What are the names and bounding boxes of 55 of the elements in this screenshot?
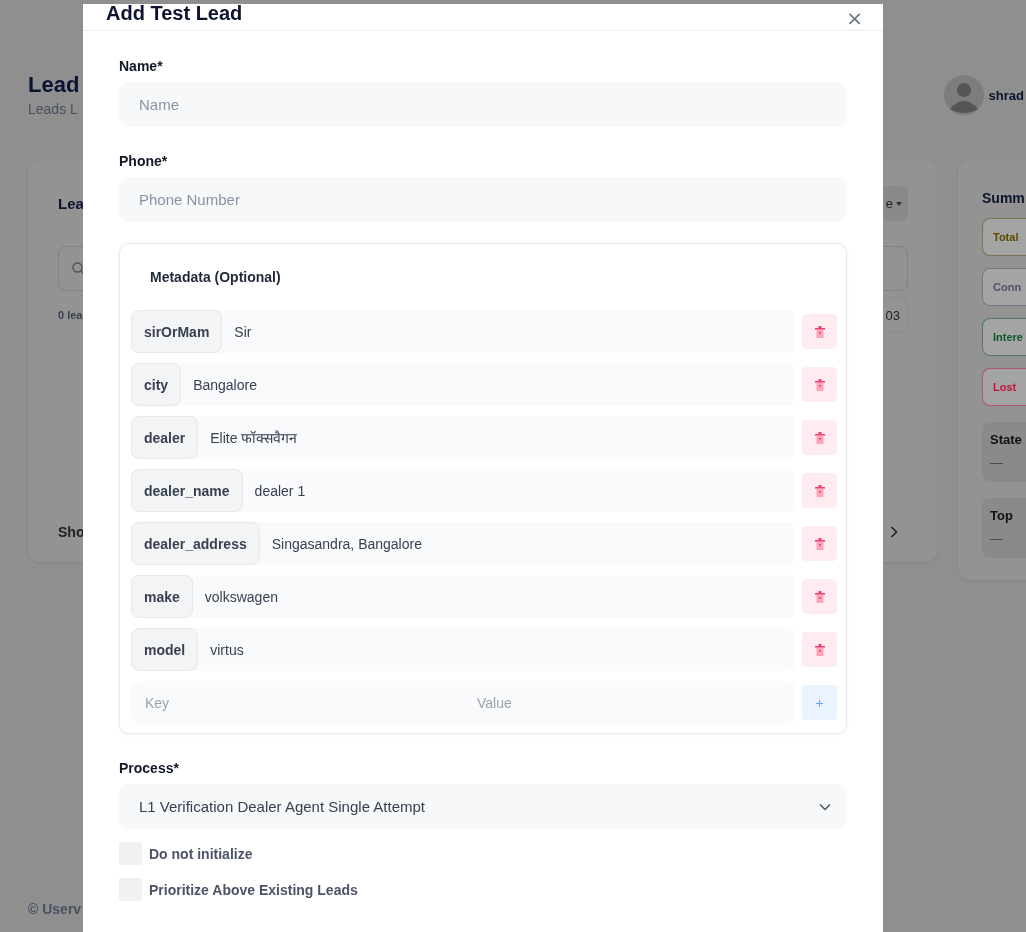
chevron-right-icon[interactable] (890, 526, 898, 538)
lead-count: 0 lea (58, 309, 83, 321)
stat-tile: Lost (982, 368, 1026, 406)
field-label: Name* (119, 57, 164, 76)
metadata-entry[interactable]: dealer_address Singasandra, Bangalore (131, 522, 795, 565)
metadata-entry[interactable]: city Bangalore (131, 363, 795, 406)
field-label: Process* (119, 759, 180, 778)
trash-icon (814, 537, 825, 550)
card-title: Lea (58, 195, 84, 212)
card-title: Summ (982, 190, 1026, 206)
trash-icon (814, 643, 825, 656)
trash-icon (814, 484, 825, 497)
stat-tile: Intere (982, 318, 1026, 356)
delete-button[interactable] (802, 526, 837, 561)
process-select[interactable]: L1 Verification Dealer Agent Single Attempt (119, 784, 847, 829)
close-button[interactable]: × (846, 6, 863, 30)
trash-icon (814, 590, 825, 603)
value-field[interactable]: Value (463, 694, 795, 711)
rows-label: Sho (58, 524, 85, 540)
delete-button[interactable] (802, 632, 837, 667)
page-title: Lead (28, 73, 80, 97)
avatar-icon[interactable] (943, 75, 984, 115)
delete-button[interactable] (802, 420, 837, 455)
section-value: — (990, 455, 1004, 470)
trash-icon (814, 378, 825, 391)
trash-icon (814, 431, 825, 444)
input-field[interactable]: Name (119, 82, 847, 127)
metadata-entry[interactable]: sirOrMam Sir (131, 310, 795, 353)
metadata-entry[interactable]: dealer Elite फॉक्सवैगन (131, 416, 795, 459)
key-field[interactable]: Key (131, 694, 463, 711)
section-title: Top (990, 508, 1014, 523)
search-icon (72, 262, 85, 275)
section-value: — (990, 531, 1004, 546)
delete-button[interactable] (802, 473, 837, 508)
delete-button[interactable] (802, 314, 837, 349)
stat-tile: Total (982, 218, 1026, 256)
panel-title: Metadata (Optional) (149, 268, 282, 287)
chevron-down-icon (819, 802, 831, 811)
metadata-entry[interactable]: make volkswagen (131, 575, 795, 618)
copyright-text: © Userv (27, 901, 83, 919)
metadata-entry[interactable]: model virtus (131, 628, 795, 671)
checkbox-label: Do not initialize (149, 845, 253, 862)
delete-button[interactable] (802, 367, 837, 402)
page-subtitle: Leads L (28, 101, 79, 117)
section-title: State (990, 432, 1023, 447)
checkbox-label: Prioritize Above Existing Leads (149, 881, 358, 898)
dialog-title: Add Test Lead (106, 4, 243, 26)
field-label: Phone* (119, 152, 169, 171)
stat-tile: Conn (982, 268, 1026, 306)
delete-button[interactable] (802, 579, 837, 614)
caret-icon (896, 201, 902, 206)
input-field[interactable]: Phone Number (119, 177, 847, 222)
user-name: shrad (988, 87, 1024, 103)
metadata-entry[interactable]: dealer_name dealer 1 (131, 469, 795, 512)
trash-icon (814, 325, 825, 338)
